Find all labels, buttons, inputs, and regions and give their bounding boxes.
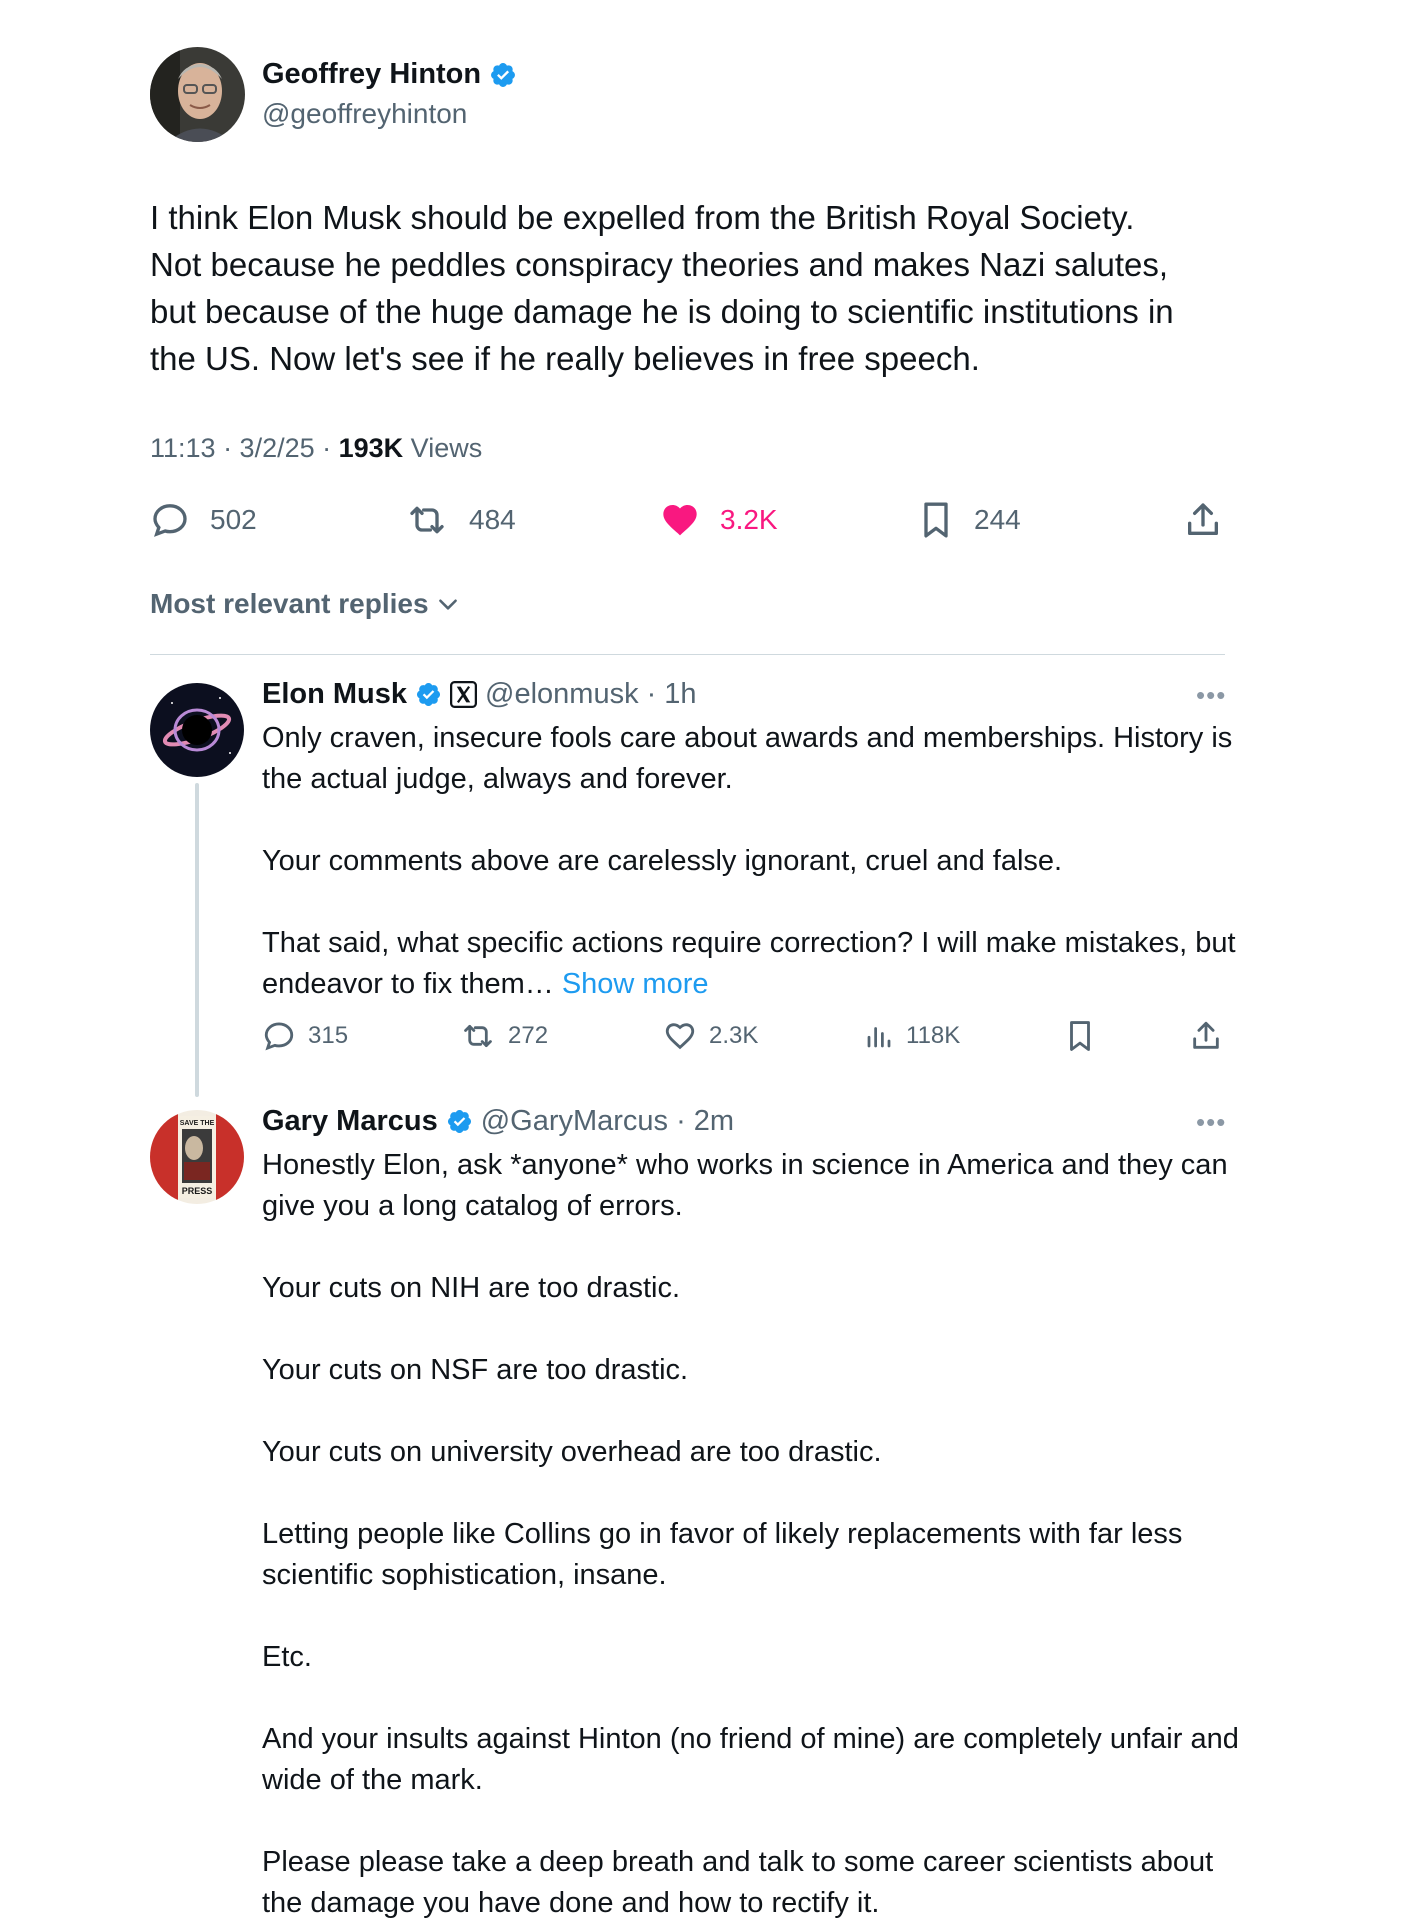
reply-icon [264,1022,294,1051]
reply-paragraph: Your cuts on university overhead are too… [262,1436,882,1468]
avatar-blackhole-image [150,683,244,777]
reply-paragraph: Please please take a deep breath and tal… [262,1846,1214,1919]
author-handle[interactable]: @geoffreyhinton [262,98,467,130]
reply-paragraph: Letting people like Collins go in favor … [262,1518,1183,1591]
reply-header: Gary Marcus @GaryMarcus · 2m [262,1105,734,1138]
heart-filled-icon [663,505,697,536]
reply-button[interactable]: 502 [150,495,257,545]
reply-paragraph: Only craven, insecure fools care about a… [262,722,1233,795]
reply-share-button[interactable] [1189,1015,1223,1057]
reply-repost-button[interactable]: 272 [460,1015,548,1057]
verified-badge-icon [491,62,516,87]
verified-badge-icon [416,682,441,707]
show-more-link[interactable]: Show more [562,968,709,1000]
heart-icon [665,1023,695,1050]
views-count: 193K [338,433,404,463]
bookmark-icon [1070,1021,1090,1051]
reply-text: Only craven, insecure fools care about a… [262,718,1252,1005]
tweet-meta: 11:13 · 3/2/25 · 193K Views [150,433,482,464]
tweet-timestamp[interactable]: 11:13 · 3/2/25 · [150,433,339,463]
like-button[interactable]: 3.2K [660,495,778,545]
verified-badge-icon [447,1109,471,1134]
reply-paragraph: Etc. [262,1641,312,1673]
reply-author-handle[interactable]: @GaryMarcus [481,1105,668,1138]
share-icon [1188,503,1218,535]
reply-paragraph: And your insults against Hinton (no frie… [262,1723,1239,1796]
repost-count: 484 [469,504,516,535]
repost-icon [410,506,444,534]
reply-paragraph: That said, what specific actions require… [262,923,1252,1005]
repost-icon [464,1024,492,1048]
like-count: 3.2K [720,504,778,535]
reply-time[interactable]: · 1h [647,678,697,711]
reply-paragraph: Honestly Elon, ask *anyone* who works in… [262,1149,1228,1222]
tweet-text: I think Elon Musk should be expelled fro… [150,199,1174,377]
reply-like-count: 2.3K [709,1022,759,1049]
divider [150,654,1225,655]
reply-repost-count: 272 [508,1022,549,1049]
reply-author-name[interactable]: Gary Marcus [262,1105,438,1138]
views-label: Views [403,433,483,463]
reply-text: Honestly Elon, ask *anyone* who works in… [262,1145,1252,1924]
replies-sort-dropdown[interactable]: Most relevant replies [150,588,461,620]
share-button[interactable] [1183,495,1223,545]
bookmark-icon [924,502,948,538]
reply-author-handle[interactable]: @elonmusk [485,678,639,711]
reply-bookmark-button[interactable] [1065,1015,1095,1057]
thread-connector-line [195,783,199,1097]
reply-paragraph: Your cuts on NSF are too drastic. [262,1354,689,1386]
more-options-icon[interactable]: ••• [1196,1107,1226,1138]
repost-button[interactable]: 484 [405,495,516,545]
reply-author-name[interactable]: Elon Musk [262,678,407,711]
author-name-row[interactable]: Geoffrey Hinton [262,58,517,91]
reply-icon [153,504,187,537]
author-name[interactable]: Geoffrey Hinton [262,58,481,91]
avatar-text-top: SAVE THE [180,1120,215,1127]
reply-views-button[interactable]: 118K [864,1015,960,1057]
views-analytics-icon [867,1027,891,1048]
reply-reply-count: 315 [308,1022,349,1049]
replies-sort-label: Most relevant replies [150,588,429,619]
reply-avatar-elonmusk[interactable] [150,683,244,777]
reply-paragraph: Your comments above are carelessly ignor… [262,845,1063,877]
reply-paragraph: Your cuts on NIH are too drastic. [262,1272,681,1304]
reply-time[interactable]: · 2m [676,1105,734,1138]
chevron-down-icon [438,599,457,610]
reply-reply-button[interactable]: 315 [262,1015,348,1057]
reply-like-button[interactable]: 2.3K [663,1015,758,1057]
bookmark-count: 244 [974,504,1021,535]
reply-views-count: 118K [906,1022,961,1049]
bookmark-button[interactable]: 244 [918,495,1021,545]
reply-header: Elon Musk @elonmusk · 1h [262,678,697,711]
share-icon [1193,1021,1219,1049]
reply-count: 502 [210,504,257,535]
author-avatar[interactable] [150,47,245,142]
avatar-save-the-press-poster: SAVE THE PRESS [150,1110,244,1204]
avatar-text-bottom: PRESS [182,1186,213,1196]
reply-paragraph-text: That said, what specific actions require… [262,927,1236,1000]
more-options-icon[interactable]: ••• [1196,680,1226,711]
reply-avatar-garymarcus[interactable]: SAVE THE PRESS [150,1110,244,1204]
x-affiliate-badge-icon [450,681,478,708]
avatar-photo [150,47,245,142]
